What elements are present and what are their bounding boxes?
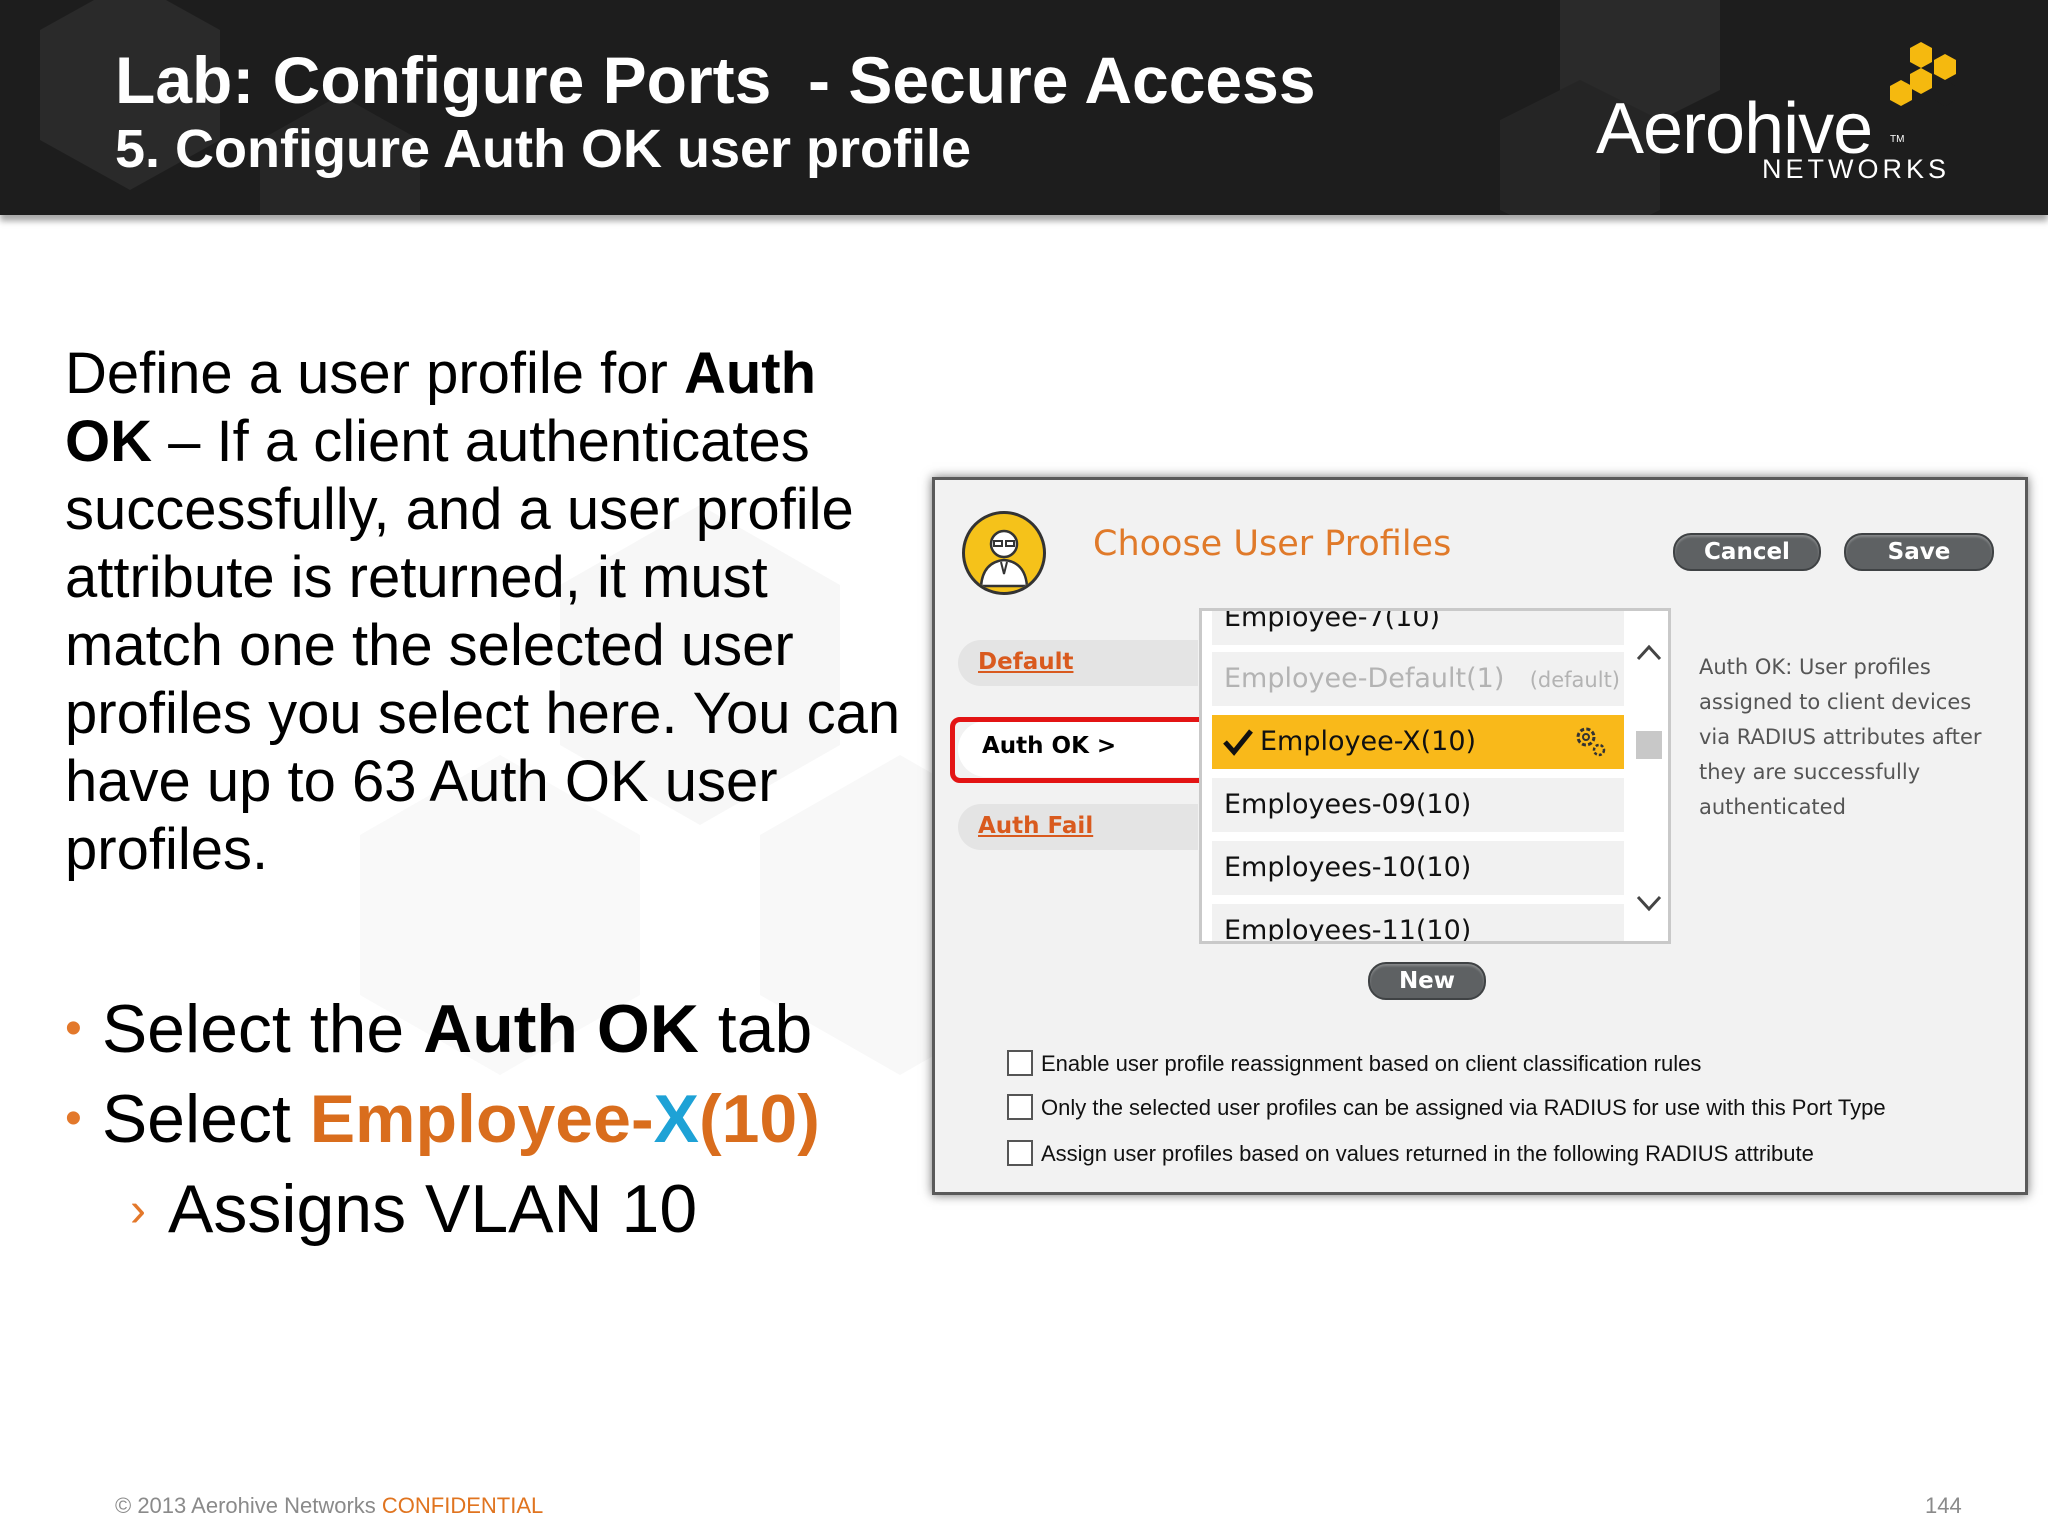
intro-paragraph: Define a user profile for Auth OK – If a… (65, 340, 910, 884)
copyright-text: © 2013 Aerohive Networks (115, 1493, 382, 1518)
slide-title: Lab: Configure Ports - Secure Access (115, 43, 1316, 117)
list-item-label: Employee-7(10) (1224, 608, 1441, 633)
option-radius-attribute[interactable]: Assign user profiles based on values ret… (1007, 1140, 1814, 1168)
checkbox-only-selected[interactable] (1007, 1094, 1033, 1121)
aerohive-logo: Aerohive TM NETWORKS (1590, 38, 1970, 188)
list-item-label: Employee-X(10) (1260, 726, 1477, 757)
sub-bullet-text: Assigns VLAN 10 (167, 1171, 698, 1247)
list-item-default[interactable]: Employee-Default(1) (default) (1212, 652, 1624, 706)
list-item[interactable]: Employees-09(10) (1212, 778, 1624, 832)
list-item-selected[interactable]: Employee-X(10) (1212, 715, 1624, 769)
option-label: Enable user profile reassignment based o… (1041, 1051, 1702, 1076)
intro-text-1: Define a user profile for (65, 341, 684, 406)
scroll-down-icon[interactable] (1632, 891, 1666, 915)
confidential-label: CONFIDENTIAL (381, 1493, 544, 1518)
save-button[interactable]: Save (1844, 533, 1994, 571)
sub-bullet-vlan: › Assigns VLAN 10 (130, 1170, 697, 1248)
list-item[interactable]: Employee-7(10) (1212, 608, 1624, 645)
checkbox-reassignment[interactable] (1007, 1050, 1033, 1077)
slide-subtitle: 5. Configure Auth OK user profile (115, 119, 972, 179)
footer-copyright: © 2013 Aerohive Networks CONFIDENTIAL (115, 1493, 543, 1519)
new-button[interactable]: New (1368, 962, 1486, 1000)
dialog-title: Choose User Profiles (1093, 524, 1452, 564)
bullet-2-blue: X (653, 1081, 699, 1157)
list-item[interactable]: Employees-10(10) (1212, 841, 1624, 895)
highlight-box (950, 717, 1212, 783)
scroll-up-icon[interactable] (1632, 641, 1666, 665)
list-item[interactable]: Employees-11(10) (1212, 904, 1624, 944)
bullet-2-orange: Employee- (309, 1081, 654, 1157)
bullet-2-text: Select (101, 1081, 310, 1157)
bullet-1-bold: Auth OK (423, 991, 699, 1067)
bullet-1-text: Select the (101, 991, 424, 1067)
cancel-button[interactable]: Cancel (1673, 533, 1821, 571)
list-item-label: Employees-09(10) (1224, 789, 1472, 820)
bullet-select-employee: • Select Employee-X(10) (65, 1080, 820, 1158)
chevron-right-icon: › (130, 1184, 146, 1237)
scrollbar-thumb[interactable] (1636, 731, 1662, 759)
user-avatar-icon (962, 511, 1046, 595)
user-profile-list[interactable]: Employee-7(10) Employee-Default(1) (defa… (1199, 608, 1671, 944)
bullet-select-auth-ok: • Select the Auth OK tab (65, 990, 812, 1068)
intro-text-2: – If a client authenticates successfully… (65, 409, 901, 882)
bullet-dot-icon: • (65, 1092, 82, 1145)
bullet-2-tail: (10) (698, 1081, 820, 1157)
page-number: 144 (1925, 1493, 1962, 1518)
list-item-label: Employees-10(10) (1224, 852, 1472, 883)
logo-hexagon-icon (1890, 42, 1956, 106)
logo-networks: NETWORKS (1762, 154, 1951, 184)
option-label: Assign user profiles based on values ret… (1041, 1141, 1814, 1166)
gear-icon[interactable] (1572, 723, 1608, 759)
checkmark-icon (1223, 729, 1253, 756)
default-tag: (default) (1529, 668, 1620, 692)
list-item-label: Employees-11(10) (1224, 915, 1472, 944)
tab-auth-fail-label: Auth Fail (978, 813, 1094, 839)
logo-trademark: TM (1890, 134, 1905, 145)
tab-auth-fail[interactable]: Auth Fail (958, 804, 1198, 850)
slide-header: Lab: Configure Ports - Secure Access 5. … (0, 0, 2048, 215)
option-reassignment[interactable]: Enable user profile reassignment based o… (1007, 1050, 1702, 1078)
choose-user-profiles-dialog: Choose User Profiles Cancel Save Default… (932, 477, 2028, 1195)
tab-default-label: Default (978, 649, 1074, 675)
option-only-selected[interactable]: Only the selected user profiles can be a… (1007, 1094, 1886, 1122)
list-item-label: Employee-Default(1) (1224, 663, 1505, 694)
bullet-1-tail: tab (698, 991, 813, 1067)
checkbox-radius-attribute[interactable] (1007, 1140, 1033, 1167)
tab-default[interactable]: Default (958, 640, 1198, 686)
option-label: Only the selected user profiles can be a… (1041, 1095, 1886, 1120)
bullet-dot-icon: • (65, 1002, 82, 1055)
auth-ok-description: Auth OK: User profiles assigned to clien… (1699, 655, 1982, 819)
